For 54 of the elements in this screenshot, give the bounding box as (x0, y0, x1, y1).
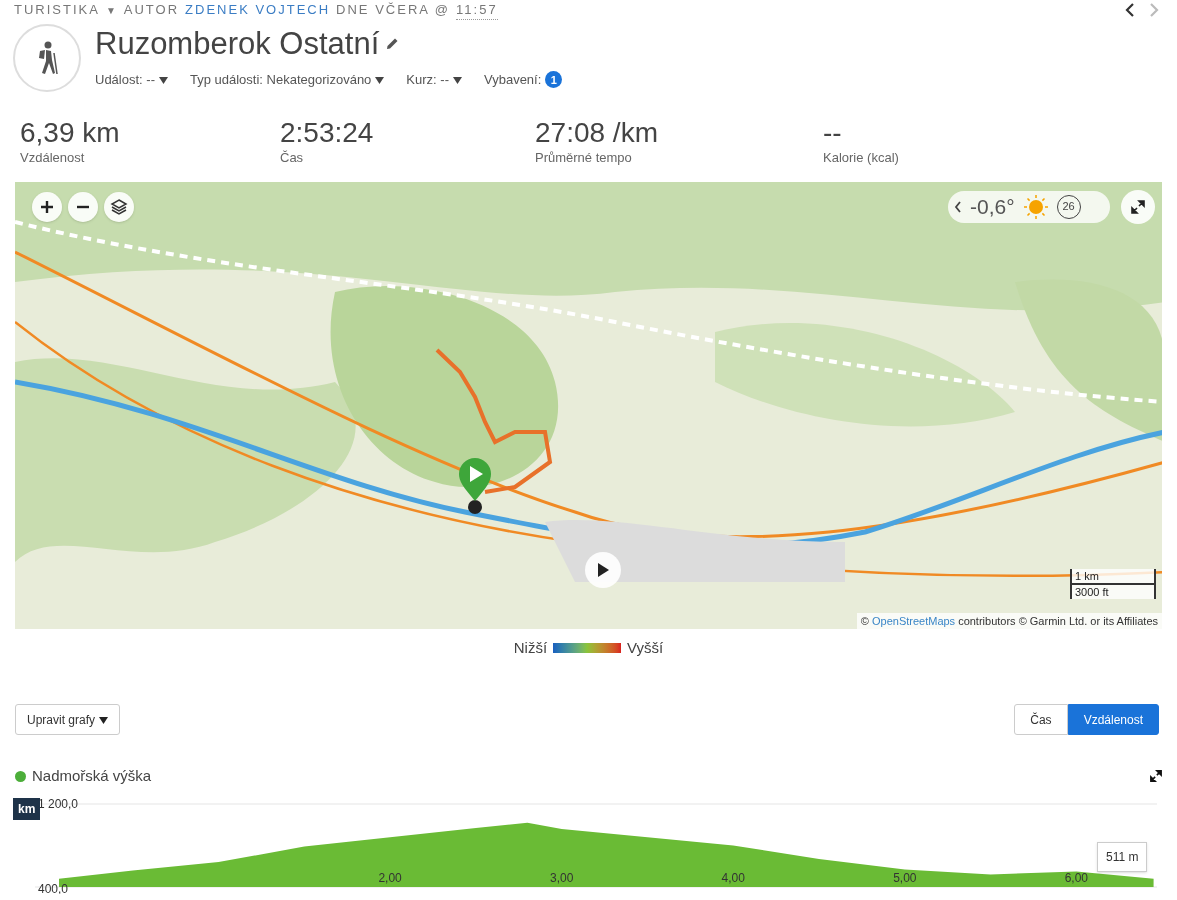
legend-high-label: Vyšší (627, 637, 664, 658)
expand-icon (1131, 199, 1145, 214)
start-marker-icon[interactable] (458, 456, 492, 515)
sun-icon (1022, 193, 1049, 220)
value-tooltip: 511 m (1097, 841, 1148, 872)
layers-icon (110, 197, 128, 216)
attribution-link[interactable]: OpenStreetMaps (871, 612, 956, 629)
activity-title: Ruzomberok Ostatní (95, 25, 380, 63)
x-tick-label: 3,00 (550, 870, 574, 885)
event-dropdown[interactable]: Událost: -- (95, 70, 155, 90)
chevron-left-icon[interactable] (954, 200, 962, 213)
wind-speed-text: 26 (1062, 199, 1075, 215)
edit-charts-button[interactable]: Upravit grafy (15, 704, 121, 735)
author-prefix: AUTOR (123, 1, 180, 20)
plus-icon (40, 199, 54, 214)
x-tick-label: 4,00 (721, 870, 745, 885)
x-tick-label: 2,00 (378, 870, 402, 885)
gradient-legend (553, 642, 622, 653)
author-link[interactable]: ZDENEK VOJTECH (185, 0, 331, 20)
x-tick-label: 6,00 (1064, 870, 1089, 885)
play-icon (596, 561, 610, 578)
attribution-text: contributors © Garmin Ltd. or its Affiliates (958, 613, 1158, 629)
axis-tab[interactable]: Čas (1014, 704, 1068, 735)
date-text: DNE VČERA @ (336, 1, 451, 20)
edit-icon[interactable] (385, 37, 400, 51)
legend-low-label: Nižší (513, 637, 548, 658)
count-badge[interactable]: 1 (545, 71, 563, 89)
stat-value: 2:53:24 (280, 118, 375, 148)
caret-icon[interactable] (375, 75, 385, 84)
temperature-text: -0,6° (970, 193, 1015, 220)
event-dropdown[interactable]: Typ události: Nekategorizováno (189, 70, 372, 90)
axis-tab[interactable]: Vzdálenost (1067, 704, 1159, 735)
copyright-text: © (860, 613, 869, 629)
y-tick-label: 400,0 (38, 881, 69, 894)
stat-label: Čas (280, 149, 305, 167)
caret-icon (99, 715, 109, 724)
event-dropdown[interactable]: Kurz: -- (406, 70, 449, 90)
equipment-label: Vybavení: (484, 71, 542, 89)
x-tick-label: 5,00 (893, 870, 917, 885)
stat-label: Průměrné tempo (535, 149, 633, 167)
chart-title: Nadmořská výška (32, 766, 152, 786)
caret-icon[interactable] (453, 75, 462, 84)
stat-label: Vzdálenost (20, 149, 86, 167)
activity-type-link[interactable]: TURISTIKA (14, 0, 100, 20)
stat-value: 27:08 /km (535, 118, 659, 148)
previous-icon[interactable] (1125, 2, 1135, 18)
stat-label: Kalorie (kcal) (823, 149, 900, 167)
expand-icon[interactable] (1150, 770, 1162, 783)
caret-icon[interactable]: ▼ (105, 2, 118, 18)
caret-icon[interactable] (158, 75, 168, 84)
time-text: 11:57 (456, 0, 498, 21)
stat-value: 6,39 km (20, 118, 121, 148)
unit-badge: km (13, 797, 41, 820)
stat-value: -- (823, 118, 843, 148)
